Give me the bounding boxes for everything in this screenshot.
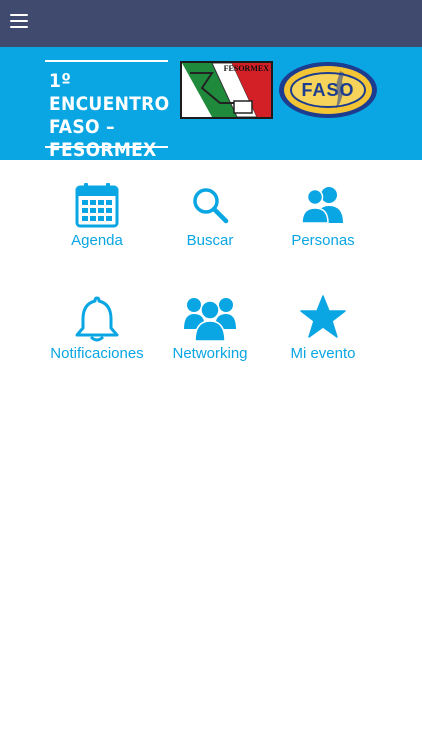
menu-item-networking[interactable]: Networking [150,295,270,385]
banner-title-box: 1º ENCUENTRO FASO – FESORMEX [45,60,169,161]
banner-title: 1º ENCUENTRO FASO – FESORMEX [49,70,170,162]
event-banner: 1º ENCUENTRO FASO – FESORMEX FESORMEX FA… [0,47,422,161]
fesormex-logo: FESORMEX [180,61,273,119]
menu-item-buscar[interactable]: Buscar [150,182,270,272]
banner-title-line-2: FASO – [49,116,115,138]
bell-icon [75,296,119,342]
menu-item-mi-evento[interactable]: Mi evento [263,295,383,385]
star-icon [300,295,346,338]
banner-title-line-3: FESORMEX [49,139,157,161]
people-icon [301,187,343,224]
faso-logo: FASO [278,61,378,119]
menu-item-label: Personas [291,232,355,249]
menu-item-notificaciones[interactable]: Notificaciones [37,295,157,385]
top-app-bar [0,0,422,47]
menu-item-personas[interactable]: Personas [263,182,383,272]
banner-title-line-1: 1º ENCUENTRO [49,70,170,115]
fesormex-logo-text: FESORMEX [223,64,269,73]
calendar-icon [75,183,119,228]
faso-logo-text: FASO [301,80,355,100]
menu-item-agenda[interactable]: Agenda [37,182,157,272]
group-icon [184,298,236,342]
menu-item-label: Mi evento [290,345,356,362]
hamburger-menu-icon[interactable] [10,14,30,30]
search-icon [193,188,229,224]
